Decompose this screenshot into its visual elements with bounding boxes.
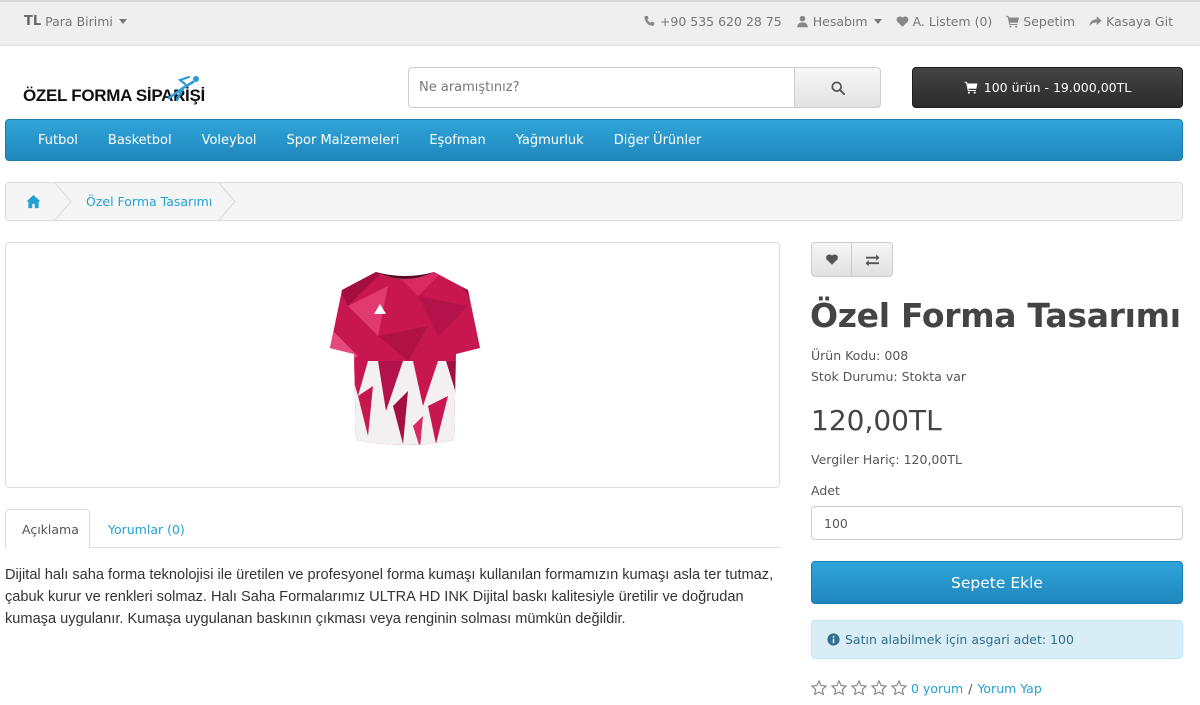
tab-description[interactable]: Açıklama bbox=[5, 509, 90, 549]
price-ex-tax: Vergiler Hariç: 120,00TL bbox=[811, 452, 962, 467]
phone-link[interactable]: +90 535 620 28 75 bbox=[643, 14, 782, 29]
menu-item-futbol[interactable]: Futbol bbox=[23, 133, 93, 148]
phone-number: +90 535 620 28 75 bbox=[659, 14, 782, 29]
star-empty-icon bbox=[851, 680, 867, 696]
account-dropdown[interactable]: Hesabım bbox=[796, 14, 882, 29]
menu-item-basketbol[interactable]: Basketbol bbox=[93, 133, 187, 148]
star-empty-icon bbox=[871, 680, 887, 696]
heart-icon bbox=[825, 254, 838, 265]
product-image[interactable] bbox=[5, 242, 780, 488]
wishlist-label: A. Listem (0) bbox=[912, 14, 993, 29]
info-circle-icon bbox=[827, 633, 840, 646]
exchange-icon bbox=[865, 254, 879, 266]
breadcrumb: Özel Forma Tasarımı bbox=[5, 182, 1183, 221]
jersey-image bbox=[330, 272, 480, 445]
quantity-input[interactable] bbox=[811, 506, 1183, 540]
share-arrow-icon bbox=[1089, 16, 1102, 27]
menu-item-diger-urunler[interactable]: Diğer Ürünler bbox=[599, 133, 717, 148]
site-logo[interactable]: ÖZEL FORMA SİPARİŞİ bbox=[23, 74, 205, 110]
star-empty-icon bbox=[811, 680, 827, 696]
checkout-link[interactable]: Kasaya Git bbox=[1089, 14, 1173, 29]
product-title: Özel Forma Tasarımı bbox=[810, 296, 1181, 335]
min-quantity-text: Satın alabilmek için asgari adet: 100 bbox=[845, 632, 1074, 647]
stock-status: Stok Durumu: Stokta var bbox=[811, 369, 967, 384]
currency-dropdown[interactable]: TL Para Birimi bbox=[24, 14, 127, 29]
star-empty-icon bbox=[831, 680, 847, 696]
checkout-label: Kasaya Git bbox=[1106, 14, 1173, 29]
phone-icon bbox=[644, 15, 655, 26]
add-to-wishlist-button[interactable] bbox=[811, 242, 852, 277]
menu-item-spor-malzemeleri[interactable]: Spor Malzemeleri bbox=[272, 133, 415, 148]
search-bar bbox=[408, 67, 881, 108]
caret-down-icon bbox=[118, 19, 127, 24]
runner-icon bbox=[167, 75, 199, 102]
product-price: 120,00TL bbox=[811, 404, 942, 437]
product-code: Ürün Kodu: 008 bbox=[811, 348, 909, 363]
user-icon bbox=[796, 15, 808, 28]
cart-summary-text: 100 ürün - 19.000,00TL bbox=[983, 80, 1132, 95]
cart-summary-button[interactable]: 100 ürün - 19.000,00TL bbox=[912, 67, 1183, 108]
menu-item-esofman[interactable]: Eşofman bbox=[414, 133, 500, 148]
breadcrumb-separator bbox=[54, 182, 72, 221]
menu-item-yagmurluk[interactable]: Yağmurluk bbox=[501, 133, 599, 148]
account-label: Hesabım bbox=[812, 14, 868, 29]
shopping-cart-icon bbox=[964, 81, 978, 94]
tab-reviews[interactable]: Yorumlar (0) bbox=[92, 509, 201, 549]
cart-link[interactable]: Sepetim bbox=[1006, 14, 1075, 29]
min-quantity-alert: Satın alabilmek için asgari adet: 100 bbox=[811, 620, 1183, 659]
star-empty-icon bbox=[891, 680, 907, 696]
currency-label: Para Birimi bbox=[45, 14, 113, 29]
caret-down-icon bbox=[873, 19, 882, 24]
search-input[interactable] bbox=[408, 67, 794, 108]
top-bar: TL Para Birimi +90 535 620 28 75 Hesabım… bbox=[0, 0, 1200, 46]
shopping-cart-icon bbox=[1006, 15, 1020, 28]
heart-icon bbox=[896, 16, 908, 27]
wishlist-link[interactable]: A. Listem (0) bbox=[896, 14, 993, 29]
top-links: +90 535 620 28 75 Hesabım A. Listem (0) … bbox=[643, 14, 1173, 29]
compare-button[interactable] bbox=[852, 242, 893, 277]
main-menu: Futbol Basketbol Voleybol Spor Malzemele… bbox=[5, 119, 1183, 161]
rating-separator: / bbox=[968, 680, 973, 696]
search-button[interactable] bbox=[794, 67, 881, 108]
home-icon[interactable] bbox=[26, 194, 41, 209]
write-review-link[interactable]: Yorum Yap bbox=[977, 681, 1041, 696]
breadcrumb-separator bbox=[218, 182, 236, 221]
currency-symbol: TL bbox=[24, 14, 42, 29]
breadcrumb-current[interactable]: Özel Forma Tasarımı bbox=[86, 194, 212, 209]
menu-item-voleybol[interactable]: Voleybol bbox=[187, 133, 272, 148]
product-description: Dijital halı saha forma teknolojisi ile … bbox=[5, 567, 774, 627]
search-icon bbox=[830, 80, 845, 95]
product-tabs: Açıklama Yorumlar (0) bbox=[5, 509, 780, 549]
reviews-count-link[interactable]: 0 yorum bbox=[911, 681, 963, 696]
product-action-group bbox=[811, 242, 893, 277]
add-to-cart-button[interactable]: Sepete Ekle bbox=[811, 561, 1183, 604]
rating-row: 0 yorum / Yorum Yap bbox=[811, 680, 1042, 696]
cart-label: Sepetim bbox=[1023, 14, 1076, 29]
quantity-label: Adet bbox=[811, 483, 840, 498]
